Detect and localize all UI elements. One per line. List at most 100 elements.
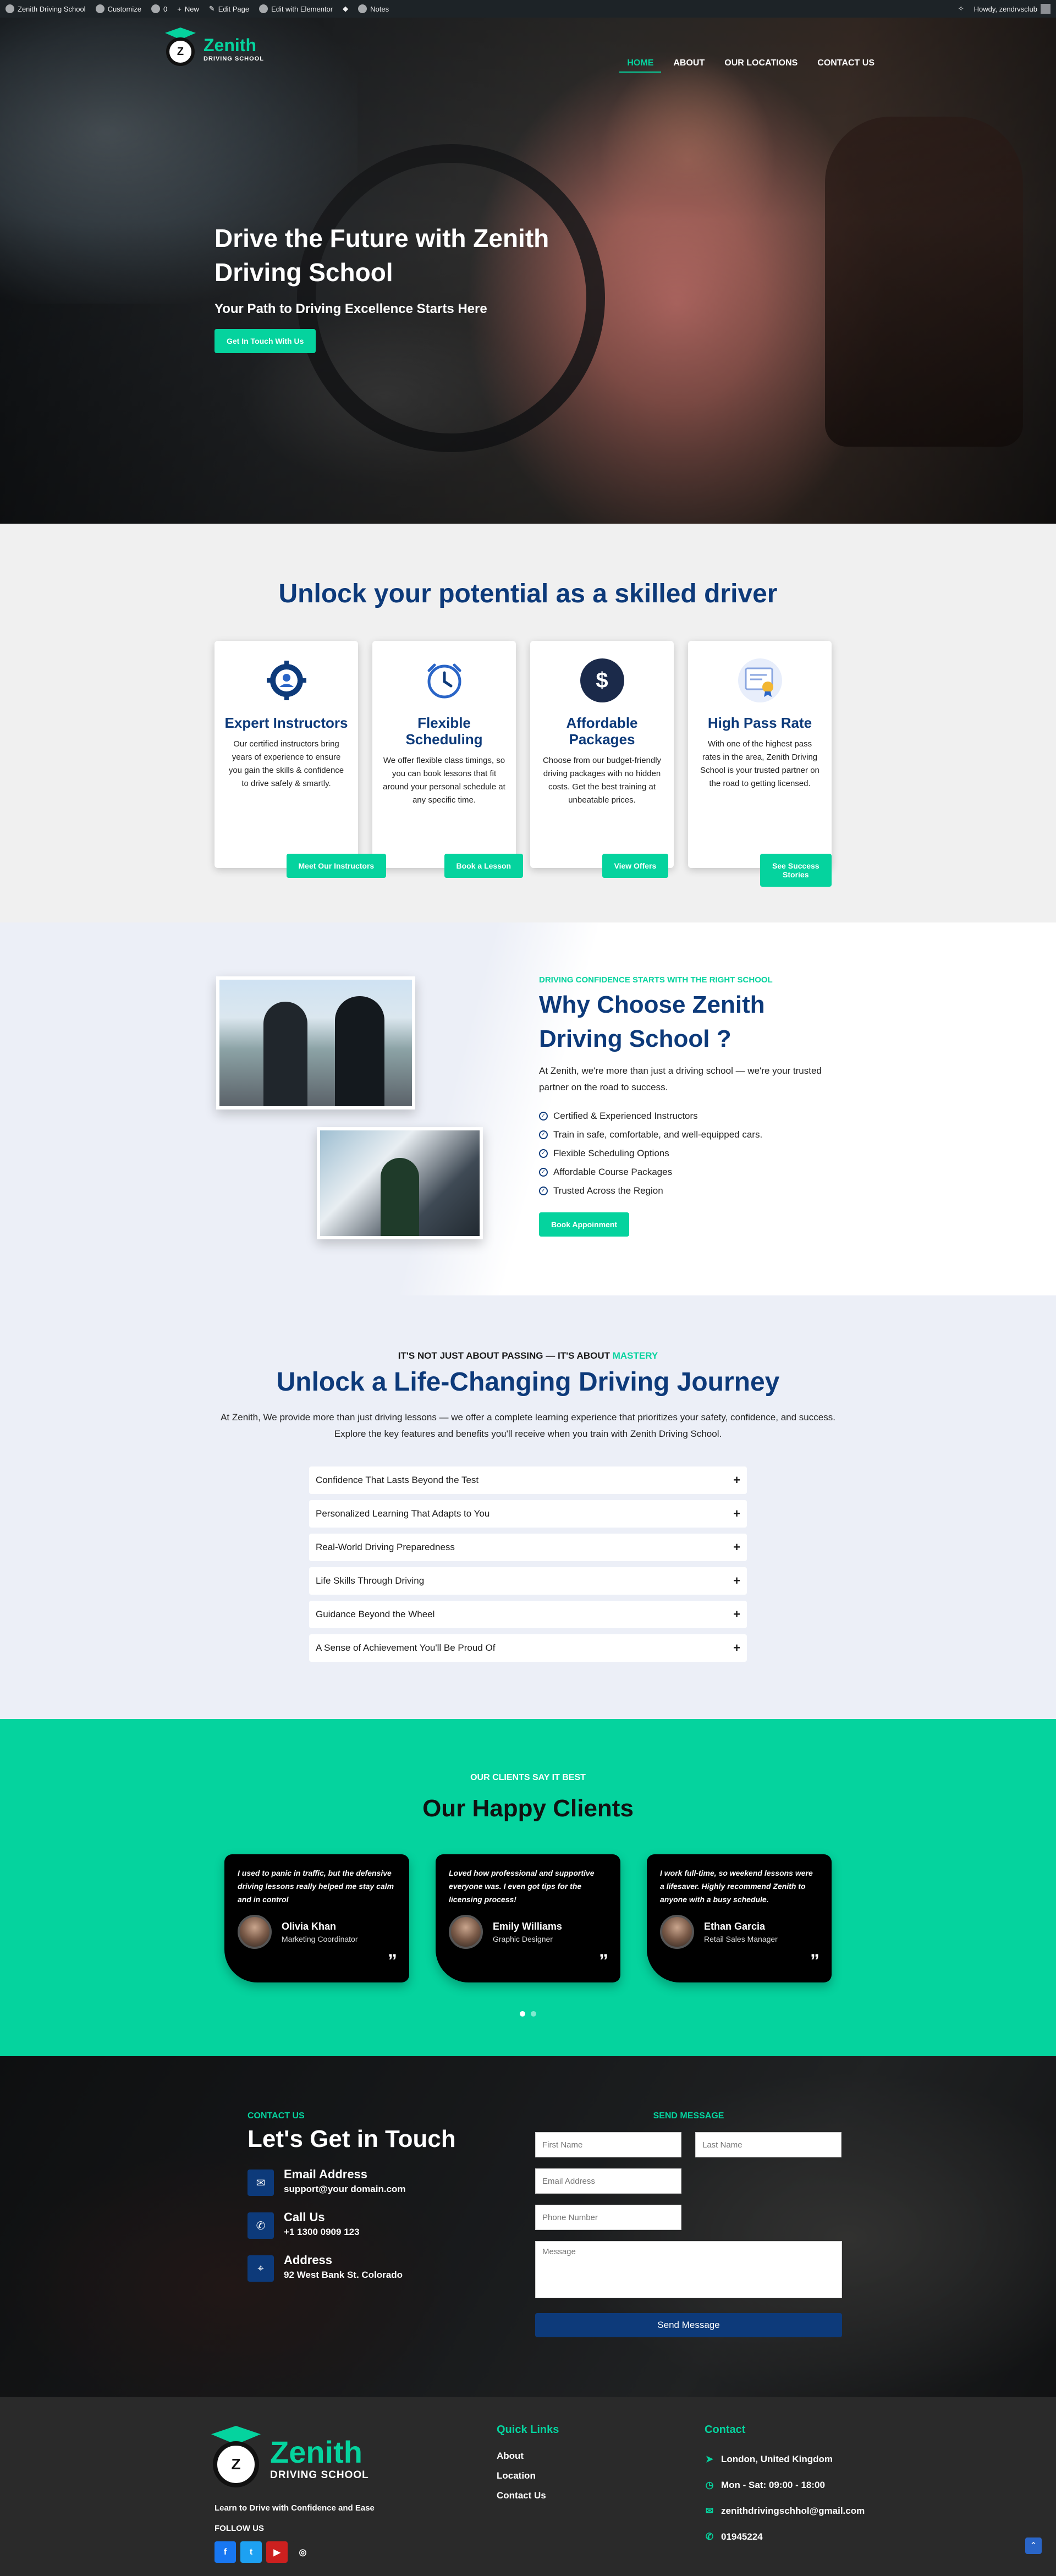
accordion-item[interactable]: Guidance Beyond the Wheel +	[309, 1601, 747, 1628]
diamond-icon: ◆	[343, 4, 349, 13]
plus-icon: +	[177, 4, 182, 13]
admin-bar-edit-page[interactable]: ✎ Edit Page	[209, 4, 249, 13]
why-text: At Zenith, we're more than just a drivin…	[539, 1065, 822, 1092]
book-lesson-button[interactable]: Book a Lesson	[444, 854, 524, 878]
quick-links-list: About Location Contact Us	[497, 2446, 559, 2506]
hero-cta-button[interactable]: Get In Touch With Us	[215, 329, 316, 353]
meet-instructors-button[interactable]: Meet Our Instructors	[286, 854, 387, 878]
nav-about[interactable]: ABOUT	[666, 55, 712, 73]
scroll-to-top-button[interactable]: ⌃	[1025, 2537, 1042, 2554]
testimonial-meta: Olivia Khan Marketing Coordinator	[282, 1921, 358, 1943]
nav-contact-us[interactable]: CONTACT US	[810, 55, 882, 73]
footer-contact-phone-text: 01945224	[721, 2531, 763, 2542]
feature-card: Expert Instructors Our certified instruc…	[215, 641, 387, 878]
clock-icon	[422, 658, 466, 702]
youtube-icon[interactable]: ▶	[266, 2541, 288, 2563]
message-field[interactable]	[535, 2241, 842, 2298]
footer-contact-email-text: zenithdrivingschhol@gmail.com	[721, 2506, 865, 2516]
admin-bar-tools[interactable]: ✧	[958, 4, 964, 13]
admin-bar-notes[interactable]: Notes	[358, 4, 389, 13]
testimonial-card: I work full-time, so weekend lessons wer…	[647, 1854, 832, 1982]
list-item-label: Affordable Course Packages	[553, 1167, 673, 1177]
footer-link-about[interactable]: About	[497, 2446, 559, 2466]
pencil-icon: ✎	[208, 4, 215, 13]
steering-wheel-icon	[213, 2441, 259, 2487]
book-appointment-button[interactable]: Book Appoinment	[539, 1212, 630, 1237]
footer-link-location[interactable]: Location	[497, 2466, 559, 2486]
main-nav: HOME ABOUT OUR LOCATIONS CONTACT US	[619, 55, 882, 73]
journey-eyebrow-highlight: MASTERY	[612, 1350, 658, 1361]
logo-steering-cap-icon	[163, 28, 198, 70]
logo-brand: Zenith	[204, 35, 256, 55]
admin-bar-site-label: Zenith Driving School	[18, 4, 86, 13]
admin-bar-customize[interactable]: Customize	[95, 4, 141, 13]
feature-cards: Expert Instructors Our certified instruc…	[215, 641, 832, 887]
features-title: Unlock your potential as a skilled drive…	[278, 579, 778, 608]
why-title: Why Choose Zenith Driving School ?	[539, 991, 765, 1052]
testimonials-section: OUR CLIENTS SAY IT BEST Our Happy Client…	[0, 1719, 1056, 2056]
admin-bar-customize-label: Customize	[107, 4, 141, 13]
envelope-icon: ✉	[705, 2506, 714, 2516]
hero-bg-seat	[825, 117, 1023, 447]
avatar	[660, 1915, 694, 1949]
admin-bar-howdy: Howdy, zendrvsclub	[974, 4, 1037, 13]
last-name-field[interactable]	[695, 2132, 842, 2157]
testimonial-name: Olivia Khan	[282, 1920, 337, 1932]
admin-bar-diamond[interactable]: ◆	[343, 4, 348, 13]
check-circle-icon: ✓	[539, 1112, 548, 1121]
feature-card: $ Affordable Packages Choose from our bu…	[530, 641, 674, 878]
testimonial-carousel[interactable]: I used to panic in traffic, but the defe…	[224, 1854, 832, 1982]
view-offers-button[interactable]: View Offers	[602, 854, 669, 878]
accordion-item[interactable]: Personalized Learning That Adapts to You…	[309, 1500, 747, 1528]
accordion-item-title: Guidance Beyond the Wheel	[316, 1609, 435, 1619]
accordion-item[interactable]: Real-World Driving Preparedness +	[309, 1534, 747, 1561]
feature-card-text: With one of the highest pass rates in th…	[700, 739, 820, 788]
accordion-item[interactable]: A Sense of Achievement You'll Be Proud O…	[309, 1634, 747, 1662]
admin-bar-comments[interactable]: 0	[151, 4, 167, 13]
footer-contact-email[interactable]: ✉ zenithdrivingschhol@gmail.com	[705, 2498, 865, 2524]
nav-home[interactable]: HOME	[619, 55, 662, 73]
testimonial-role: Graphic Designer	[493, 1934, 553, 1943]
comment-icon	[151, 4, 160, 13]
email-field[interactable]	[535, 2168, 681, 2194]
footer-contact-location: ➤ London, United Kingdom	[705, 2446, 865, 2472]
nav-our-locations[interactable]: OUR LOCATIONS	[717, 55, 805, 73]
phone-field[interactable]	[535, 2205, 681, 2230]
phone-row	[535, 2205, 842, 2230]
admin-bar-account[interactable]: Howdy, zendrvsclub	[974, 4, 1050, 14]
accordion-item-title: Real-World Driving Preparedness	[316, 1542, 455, 1552]
twitter-icon[interactable]: t	[240, 2541, 262, 2563]
hero-content: Drive the Future with Zenith Driving Sch…	[215, 221, 610, 353]
admin-bar-new[interactable]: + New	[177, 5, 199, 13]
contact-address-text: Address 92 West Bank St. Colorado	[284, 2253, 403, 2281]
facebook-icon[interactable]: f	[215, 2541, 236, 2563]
carousel-dot[interactable]	[520, 2011, 525, 2017]
why-eyebrow: DRIVING CONFIDENCE STARTS WITH THE RIGHT…	[539, 975, 773, 985]
footer-link-contact[interactable]: Contact Us	[497, 2486, 559, 2506]
site-logo[interactable]: Zenith DRIVING SCHOOL	[163, 28, 264, 70]
footer-contact-phone[interactable]: ✆ 01945224	[705, 2524, 865, 2550]
send-message-button[interactable]: Send Message	[535, 2313, 842, 2337]
footer-contact-list: ➤ London, United Kingdom ◷ Mon - Sat: 09:0…	[705, 2446, 865, 2550]
footer-logo[interactable]: Zenith DRIVING SCHOOL	[210, 2426, 369, 2492]
plus-icon: +	[733, 1473, 740, 1487]
feature-card-title: Expert Instructors	[224, 715, 348, 731]
first-name-field[interactable]	[535, 2132, 681, 2157]
instagram-icon[interactable]: ◎	[292, 2541, 314, 2563]
admin-bar-site[interactable]: Zenith Driving School	[6, 4, 86, 13]
plus-icon: +	[733, 1607, 740, 1621]
carousel-dot[interactable]	[531, 2011, 536, 2017]
testimonials-title: Our Happy Clients	[422, 1795, 634, 1822]
feature-card-title: Affordable Packages	[566, 715, 638, 748]
check-circle-icon: ✓	[539, 1149, 548, 1158]
accordion-item[interactable]: Life Skills Through Driving +	[309, 1567, 747, 1595]
accordion-item[interactable]: Confidence That Lasts Beyond the Test +	[309, 1466, 747, 1494]
admin-bar-notes-label: Notes	[370, 4, 389, 13]
testimonial-card: Loved how professional and supportive ev…	[436, 1854, 620, 1982]
admin-bar-elementor[interactable]: Edit with Elementor	[259, 4, 333, 13]
see-success-stories-button[interactable]: See Success Stories	[760, 854, 832, 887]
testimonial-quote: Loved how professional and supportive ev…	[449, 1869, 595, 1904]
testimonial-card: I used to panic in traffic, but the defe…	[224, 1854, 409, 1982]
plus-icon: +	[733, 1540, 740, 1554]
footer-contact: Contact ➤ London, United Kingdom ◷ Mon - S…	[705, 2424, 865, 2550]
